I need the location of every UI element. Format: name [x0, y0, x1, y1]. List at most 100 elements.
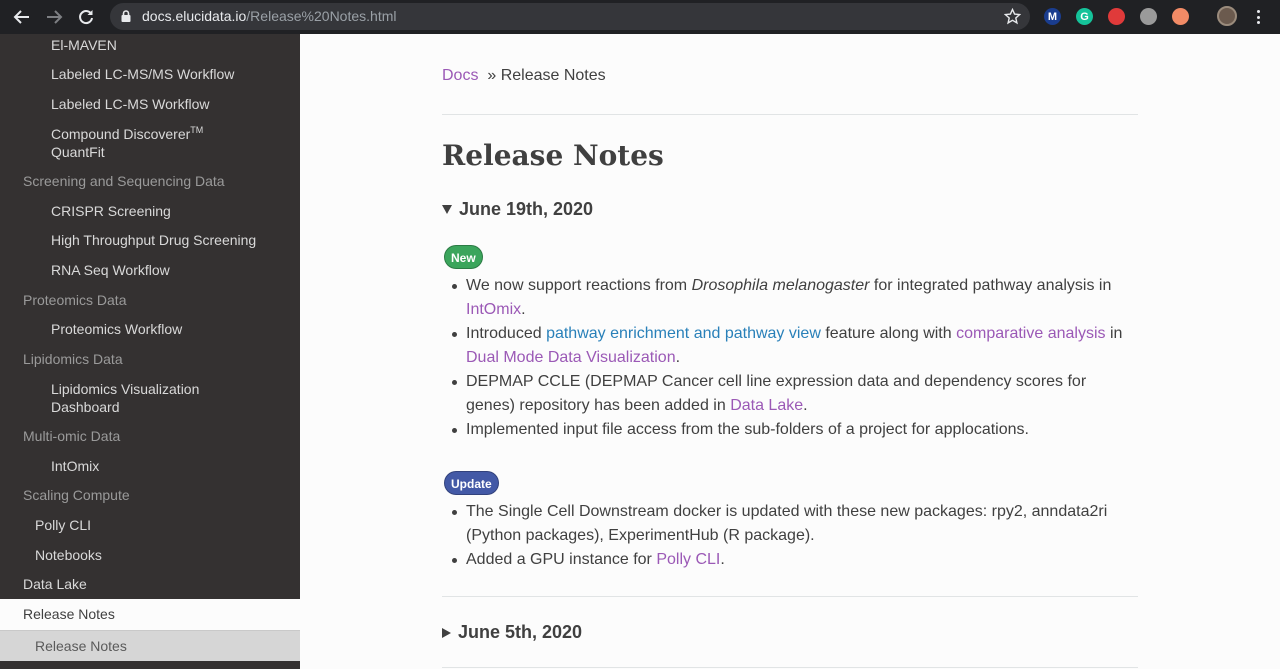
chrome-menu-icon[interactable] — [1250, 8, 1266, 26]
sidebar-item-label: Scaling Compute — [23, 487, 130, 503]
breadcrumb: Docs » Release Notes — [442, 67, 606, 85]
sidebar-item-el-maven[interactable]: El-MAVEN — [0, 36, 300, 54]
sidebar-item-label: El-MAVEN — [51, 37, 117, 53]
red-swirl-extension-icon[interactable] — [1108, 8, 1125, 25]
section-toggle-june-5[interactable]: June 5th, 2020 — [442, 622, 582, 643]
note-text: for integrated pathway analysis in — [869, 277, 1112, 294]
sidebar-item-labeled-lc-ms-ms[interactable]: Labeled LC-MS/MS Workflow — [0, 65, 300, 83]
note-text: . — [521, 301, 526, 318]
forward-button[interactable] — [42, 5, 66, 29]
sidebar-category-multiomic[interactable]: Multi-omic Data — [0, 427, 300, 445]
sidebar-category-scaling-compute[interactable]: Scaling Compute — [0, 486, 300, 504]
update-badge: Update — [444, 471, 499, 495]
comparative-analysis-link[interactable]: comparative analysis — [956, 325, 1105, 342]
intomix-link[interactable]: IntOmix — [466, 301, 521, 318]
sidebar-item-data-lake[interactable]: Data Lake — [0, 575, 300, 593]
sidebar-item-intomix[interactable]: IntOmix — [0, 457, 300, 475]
sidebar-item-label: Labeled LC-MS Workflow — [51, 96, 210, 112]
sidebar-item-label: Lipidomics Data — [23, 351, 123, 367]
sidebar-item-label: Screening and Sequencing Data — [23, 173, 225, 189]
sidebar-item-lipidomics-dashboard[interactable]: Lipidomics Visualization Dashboard — [0, 380, 300, 416]
sidebar-item-label: Proteomics Data — [23, 292, 127, 308]
sidebar-item-label: Polly CLI — [35, 517, 92, 533]
section-date: June 5th, 2020 — [458, 622, 583, 642]
bookmark-star-icon[interactable] — [1004, 8, 1021, 25]
data-lake-link[interactable]: Data Lake — [730, 397, 803, 414]
sidebar-item-label: RNA Seq Workflow — [51, 262, 170, 278]
triangle-right-icon — [442, 627, 451, 638]
sidebar-item-label: Release Notes — [35, 638, 127, 654]
sidebar-item-label: IntOmix — [51, 458, 100, 474]
sidebar-item-label: Release Notes — [23, 606, 115, 622]
sidebar-nav: El-MAVEN Labeled LC-MS/MS Workflow Label… — [0, 34, 300, 669]
polly-cli-link[interactable]: Polly CLI — [656, 551, 720, 568]
page-title: Release Notes — [442, 139, 664, 172]
sidebar-subitem-release-notes[interactable]: Release Notes — [0, 630, 300, 661]
list-item: We now support reactions from Drosophila… — [452, 274, 1126, 322]
arrow-left-icon — [13, 10, 29, 24]
note-text: We now support reactions from — [466, 277, 692, 294]
sidebar-item-polly-cli[interactable]: Polly CLI — [0, 516, 300, 534]
sidebar-category-screening[interactable]: Screening and Sequencing Data — [0, 172, 300, 190]
sidebar-item-notebooks[interactable]: Notebooks — [0, 546, 300, 564]
profile-avatar[interactable] — [1217, 6, 1237, 26]
url-text: docs.elucidata.io/Release%20Notes.html — [142, 8, 396, 25]
new-notes-list: We now support reactions from Drosophila… — [452, 274, 1126, 442]
url-host: docs.elucidata.io — [142, 8, 247, 24]
sidebar-item-crispr[interactable]: CRISPR Screening — [0, 202, 300, 220]
section-toggle-june-19[interactable]: June 19th, 2020 — [442, 199, 593, 220]
sidebar-item-label: Dashboard — [51, 399, 120, 415]
sidebar-item-label: Data Lake — [23, 576, 87, 592]
species-name: Drosophila melanogaster — [691, 277, 870, 294]
note-text: feature along with — [820, 325, 957, 342]
m-extension-icon[interactable]: M — [1044, 8, 1061, 25]
list-item: Added a GPU instance for Polly CLI. — [452, 548, 1126, 572]
list-item: Implemented input file access from the s… — [452, 418, 1126, 442]
note-text: . — [803, 397, 808, 414]
browser-toolbar: docs.elucidata.io/Release%20Notes.html M… — [0, 0, 1280, 34]
sidebar-item-compound-discoverer[interactable]: Compound DiscovererTM QuantFit — [0, 125, 300, 161]
pathway-enrichment-link[interactable]: pathway enrichment and pathway view — [546, 325, 821, 342]
note-text: The Single Cell Downstream docker is upd… — [466, 503, 1108, 544]
sidebar-item-label: Lipidomics Visualization — [51, 381, 200, 397]
back-button[interactable] — [10, 5, 34, 29]
address-bar[interactable]: docs.elucidata.io/Release%20Notes.html — [110, 3, 1030, 30]
sidebar-category-lipidomics[interactable]: Lipidomics Data — [0, 350, 300, 368]
sidebar-item-rna-seq[interactable]: RNA Seq Workflow — [0, 261, 300, 279]
sidebar-item-proteomics-workflow[interactable]: Proteomics Workflow — [0, 320, 300, 338]
sidebar-item-drug-screening[interactable]: High Throughput Drug Screening — [0, 231, 300, 249]
grammarly-icon[interactable]: G — [1076, 8, 1093, 25]
dual-mode-visualization-link[interactable]: Dual Mode Data Visualization — [466, 349, 676, 366]
sidebar-item-label: Multi-omic Data — [23, 428, 121, 444]
divider — [442, 114, 1138, 115]
breadcrumb-home-link[interactable]: Docs — [442, 67, 478, 84]
gray-extension-icon[interactable] — [1140, 8, 1157, 25]
sidebar-item-label: Notebooks — [35, 547, 102, 563]
sidebar-item-release-notes-active[interactable]: Release Notes — [0, 599, 300, 630]
sidebar-item-label: CRISPR Screening — [51, 203, 171, 219]
divider — [442, 667, 1138, 668]
trademark-superscript: TM — [190, 125, 204, 135]
update-notes-list: The Single Cell Downstream docker is upd… — [452, 500, 1126, 572]
breadcrumb-separator: » — [487, 67, 497, 84]
lock-icon — [121, 10, 131, 22]
divider — [442, 596, 1138, 597]
note-text: Added a GPU instance for — [466, 551, 657, 568]
sidebar-item-label: High Throughput Drug Screening — [51, 232, 257, 248]
note-text: in — [1105, 325, 1123, 342]
list-item: DEPMAP CCLE (DEPMAP Cancer cell line exp… — [452, 370, 1126, 418]
reload-button[interactable] — [74, 5, 98, 29]
main-content: Docs » Release Notes Release Notes June … — [300, 34, 1280, 669]
note-text: Implemented input file access from the s… — [466, 421, 1029, 438]
reload-icon — [79, 10, 93, 25]
list-item: Introduced pathway enrichment and pathwa… — [452, 322, 1126, 370]
sidebar-item-label: Proteomics Workflow — [51, 321, 183, 337]
note-text: . — [675, 349, 681, 366]
note-text: Introduced — [466, 325, 547, 342]
orange-extension-icon[interactable] — [1172, 8, 1189, 25]
sidebar-item-labeled-lc-ms[interactable]: Labeled LC-MS Workflow — [0, 95, 300, 113]
breadcrumb-current: Release Notes — [500, 67, 606, 84]
sidebar-category-proteomics[interactable]: Proteomics Data — [0, 291, 300, 309]
list-item: The Single Cell Downstream docker is upd… — [452, 500, 1126, 548]
sidebar-item-label: Labeled LC-MS/MS Workflow — [51, 66, 235, 82]
